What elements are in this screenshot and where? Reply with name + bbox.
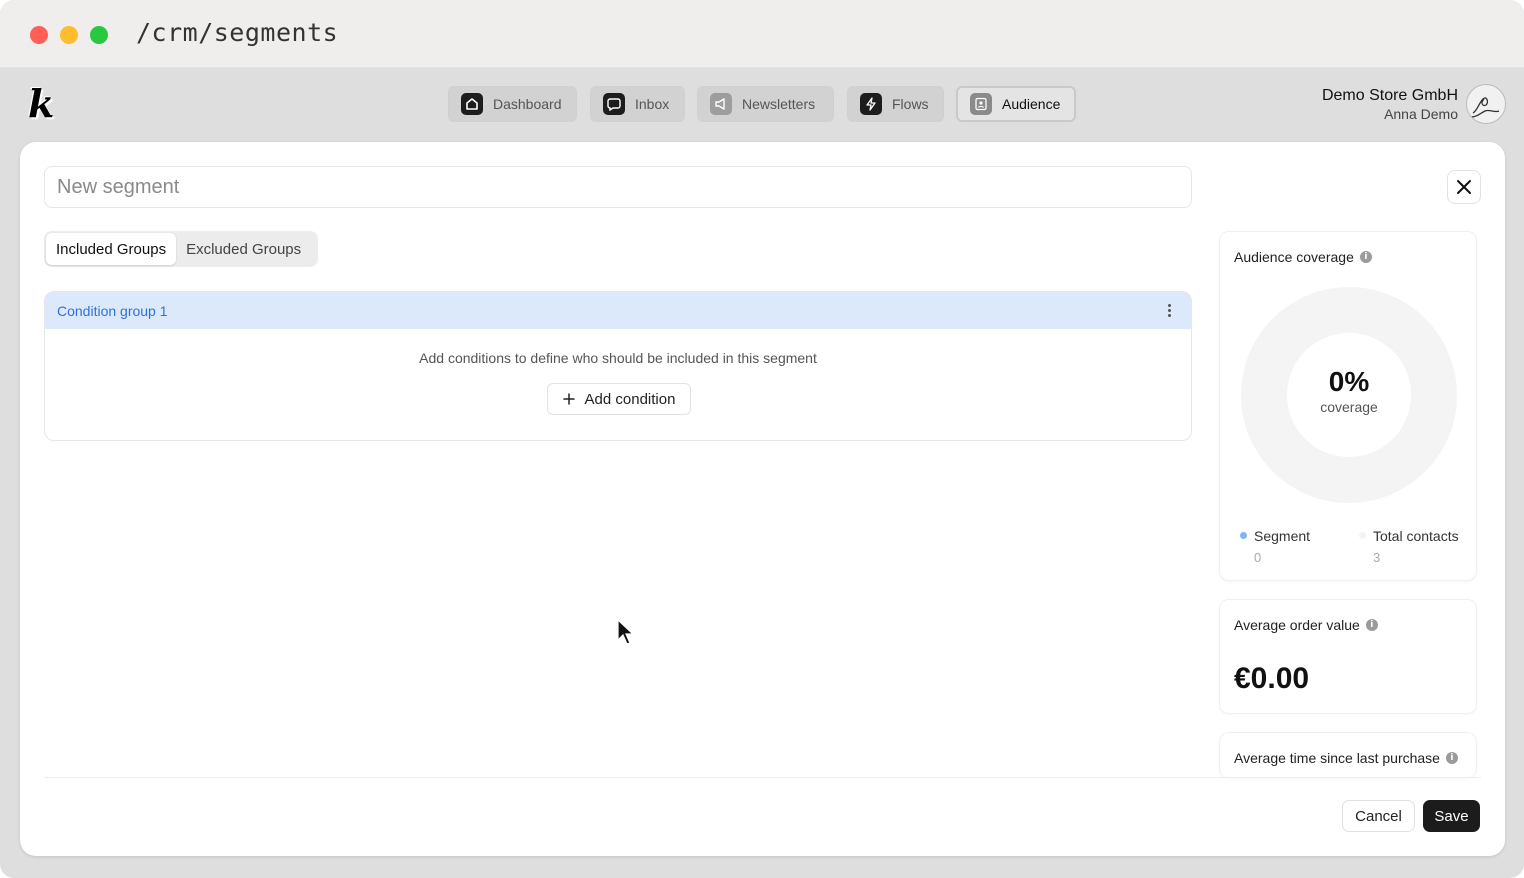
condition-group: Condition group 1 Add conditions to defi… xyxy=(44,291,1192,441)
info-icon[interactable]: i xyxy=(1365,619,1378,631)
account-info[interactable]: Demo Store GmbH Anna Demo xyxy=(1322,87,1458,122)
url-path: /crm/segments xyxy=(136,18,339,47)
home-icon xyxy=(461,93,483,115)
chat-bubble-icon xyxy=(603,93,625,115)
coverage-percent: 0% xyxy=(1328,366,1370,397)
average-order-value-label: Average order value xyxy=(1234,617,1360,633)
tab-included-groups[interactable]: Included Groups xyxy=(46,233,177,265)
megaphone-icon xyxy=(710,93,732,115)
save-button[interactable]: Save xyxy=(1423,800,1480,832)
lightning-icon xyxy=(860,93,882,115)
audience-coverage-card: Audience coverage i 0% coverage Segment … xyxy=(1219,231,1477,581)
nav-dashboard[interactable]: Dashboard xyxy=(448,86,577,122)
close-button[interactable] xyxy=(1447,170,1481,204)
legend-total-value: 3 xyxy=(1373,550,1381,565)
total-color-dot xyxy=(1359,532,1366,539)
condition-group-title: Condition group 1 xyxy=(57,302,168,319)
segment-name-input[interactable] xyxy=(44,166,1192,208)
average-order-value: €0.00 xyxy=(1234,662,1310,695)
nav-flows[interactable]: Flows xyxy=(847,86,944,122)
coverage-caption: coverage xyxy=(1320,399,1378,415)
nav-label: Dashboard xyxy=(493,96,562,112)
app-header: k Dashboard Inbox Newsletters Flows Audi… xyxy=(0,68,1524,140)
info-icon[interactable]: i xyxy=(1359,251,1372,263)
user-name: Anna Demo xyxy=(1384,106,1458,122)
nav-label: Flows xyxy=(892,96,929,112)
footer-divider xyxy=(44,777,1481,778)
average-time-since-purchase-label: Average time since last purchase xyxy=(1234,750,1440,766)
tab-excluded-groups[interactable]: Excluded Groups xyxy=(176,233,311,265)
legend-segment-label: Segment xyxy=(1254,528,1311,544)
nav-audience[interactable]: Audience xyxy=(956,86,1076,122)
contacts-icon xyxy=(970,93,992,115)
title-bar: /crm/segments xyxy=(0,0,1524,68)
add-condition-label: Add condition xyxy=(584,390,676,408)
nav-inbox[interactable]: Inbox xyxy=(590,86,685,122)
audience-coverage-label: Audience coverage xyxy=(1234,249,1354,265)
average-order-value-card: Average order value i €0.00 xyxy=(1219,599,1477,714)
average-time-since-purchase-card: Average time since last purchase i xyxy=(1219,732,1477,778)
condition-group-help-text: Add conditions to define who should be i… xyxy=(419,350,817,366)
close-icon xyxy=(1457,180,1471,194)
legend-segment: Segment 0 xyxy=(1240,528,1310,565)
nav-label: Inbox xyxy=(635,96,670,112)
legend-total-contacts: Total contacts 3 xyxy=(1359,528,1459,565)
nav-label: Audience xyxy=(1002,96,1061,112)
app-logo[interactable]: k xyxy=(28,84,64,124)
store-name: Demo Store GmbH xyxy=(1321,87,1458,104)
browser-window: /crm/segments k Dashboard Inbox Newslett… xyxy=(0,0,1524,878)
segment-color-dot xyxy=(1240,532,1247,539)
group-tabs: Included Groups Excluded Groups xyxy=(44,231,318,267)
legend-total-label: Total contacts xyxy=(1373,528,1459,544)
minimize-window-button[interactable] xyxy=(60,26,78,44)
segment-editor-panel: Included Groups Excluded Groups Conditio… xyxy=(20,142,1505,856)
cancel-button[interactable]: Cancel xyxy=(1342,800,1415,832)
mouse-pointer-icon xyxy=(617,619,635,645)
info-icon[interactable]: i xyxy=(1445,752,1458,764)
condition-group-header[interactable]: Condition group 1 xyxy=(45,292,1191,329)
nav-newsletters[interactable]: Newsletters xyxy=(697,86,834,122)
legend-segment-value: 0 xyxy=(1254,550,1262,565)
more-options-icon[interactable] xyxy=(1161,302,1177,318)
maximize-window-button[interactable] xyxy=(90,26,108,44)
avatar[interactable] xyxy=(1466,84,1506,124)
close-window-button[interactable] xyxy=(30,26,48,44)
plus-icon xyxy=(562,393,575,405)
add-condition-button[interactable]: Add condition xyxy=(547,383,691,415)
nav-label: Newsletters xyxy=(742,96,816,112)
